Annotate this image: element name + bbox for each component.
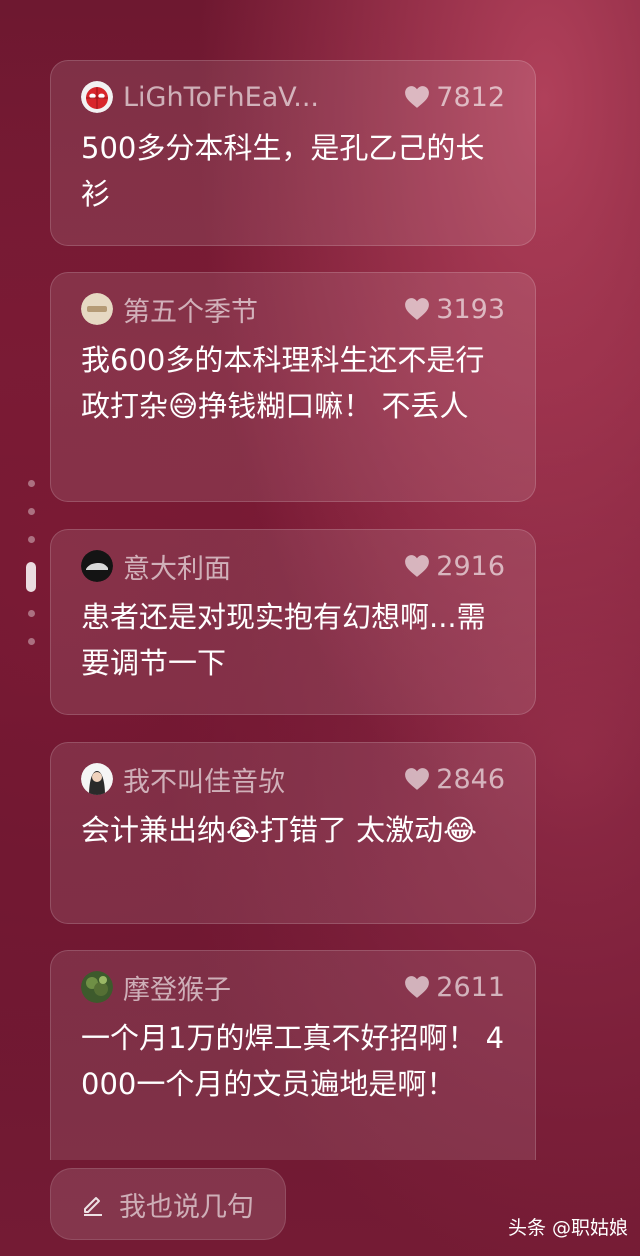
page-dot (28, 610, 35, 617)
like-button[interactable]: 3193 (404, 294, 505, 325)
comment-header: 我不叫佳音欤 2846 (81, 763, 505, 798)
comment-card[interactable]: 摩登猴子 2611 一个月1万的焊工真不好招啊！ 4000一个月的文员遍地是啊！ (50, 950, 536, 1160)
comment-text: 会计兼出纳😭打错了 太激动😂 (81, 813, 477, 847)
portrait-avatar-icon[interactable] (81, 763, 113, 795)
watermark: 头条 @职姑娘 (507, 1217, 628, 1239)
page-dot (28, 480, 35, 487)
comment-text: 500多分本科生，是孔乙己的长衫 (81, 131, 485, 211)
comment-username[interactable]: 意大利面 (123, 547, 394, 586)
heart-icon (405, 976, 430, 998)
comment-username[interactable]: 摩登猴子 (123, 968, 394, 1007)
comment-header: LiGhToFhEaV... 7812 (81, 81, 505, 113)
like-button[interactable]: 2846 (404, 764, 505, 795)
tree-avatar-icon[interactable] (81, 971, 113, 1003)
comment-username[interactable]: LiGhToFhEaV... (123, 82, 394, 113)
comment-header: 摩登猴子 2611 (81, 971, 505, 1006)
like-count: 2611 (436, 971, 505, 1003)
page-dot (28, 508, 35, 515)
comment-text: 患者还是对现实抱有幻想啊...需要调节一下 (81, 600, 486, 680)
comment-card[interactable]: 意大利面 2916 患者还是对现实抱有幻想啊...需要调节一下 (50, 529, 536, 715)
comment-input-placeholder: 我也说几句 (119, 1191, 254, 1223)
heart-icon (405, 298, 430, 320)
comment-header: 第五个季节 3193 (81, 293, 505, 328)
heart-icon (405, 86, 430, 108)
comment-feed[interactable]: LiGhToFhEaV... 7812 500多分本科生，是孔乙己的长衫 第五个… (0, 0, 640, 1160)
comment-header: 意大利面 2916 (81, 550, 505, 585)
page-dot (28, 536, 35, 543)
comment-text: 我600多的本科理科生还不是行政打杂😅挣钱糊口嘛！ 不丢人 (81, 343, 485, 423)
comment-username[interactable]: 第五个季节 (123, 290, 394, 329)
comment-card[interactable]: 我不叫佳音欤 2846 会计兼出纳😭打错了 太激动😂 (50, 742, 536, 924)
heart-icon (405, 768, 430, 790)
like-count: 7812 (436, 81, 505, 113)
comment-username[interactable]: 我不叫佳音欤 (123, 760, 394, 799)
spiderman-avatar-icon[interactable] (81, 81, 113, 113)
like-count: 3193 (436, 293, 505, 325)
heart-icon (405, 555, 430, 577)
comment-card[interactable]: 第五个季节 3193 我600多的本科理科生还不是行政打杂😅挣钱糊口嘛！ 不丢人 (50, 272, 536, 502)
like-button[interactable]: 2611 (404, 972, 505, 1003)
badge-avatar-icon[interactable] (81, 293, 113, 325)
like-count: 2916 (436, 550, 505, 582)
page-dot (28, 638, 35, 645)
comment-input-button[interactable]: 我也说几句 (50, 1168, 286, 1240)
like-count: 2846 (436, 763, 505, 795)
comment-card[interactable]: LiGhToFhEaV... 7812 500多分本科生，是孔乙己的长衫 (50, 60, 536, 246)
pen-icon (84, 1197, 102, 1216)
car-avatar-icon[interactable] (81, 550, 113, 582)
page-dot-active (26, 562, 36, 592)
like-button[interactable]: 2916 (404, 551, 505, 582)
like-button[interactable]: 7812 (404, 82, 505, 113)
comment-text: 一个月1万的焊工真不好招啊！ 4000一个月的文员遍地是啊！ (81, 1021, 505, 1101)
